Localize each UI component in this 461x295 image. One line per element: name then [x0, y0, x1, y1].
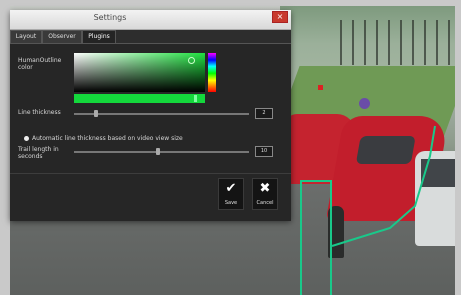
save-icon: ✔: [225, 181, 237, 196]
selected-color-swatch: [74, 94, 205, 103]
settings-dialog: Settings × Layout Observer Plugins Human…: [10, 10, 291, 221]
trail-length-label: Trail length in seconds: [18, 146, 59, 160]
line-thickness-slider[interactable]: [74, 113, 249, 115]
close-button[interactable]: ×: [272, 11, 288, 23]
trail-length-slider[interactable]: [74, 151, 249, 153]
color-label: HumanOutline color: [18, 57, 62, 71]
auto-thickness-label: Automatic line thickness based on video …: [32, 135, 183, 142]
color-picker[interactable]: [74, 53, 205, 92]
line-thickness-knob[interactable]: [94, 110, 98, 117]
cancel-icon: ✖: [259, 181, 271, 196]
save-button-label: Save: [224, 200, 238, 206]
color-picker-cursor[interactable]: [188, 57, 195, 64]
trail-length-knob[interactable]: [156, 148, 160, 155]
cancel-button-label: Cancel: [256, 200, 274, 206]
divider: [10, 173, 291, 174]
tab-plugins[interactable]: Plugins: [82, 30, 116, 43]
tab-observer[interactable]: Observer: [42, 30, 82, 43]
dialog-title: Settings: [93, 13, 127, 22]
line-thickness-input[interactable]: 2: [255, 108, 273, 119]
save-button[interactable]: ✔ Save: [218, 178, 244, 210]
trail-length-input[interactable]: 10: [255, 146, 273, 157]
tab-layout[interactable]: Layout: [10, 30, 42, 43]
cancel-button[interactable]: ✖ Cancel: [252, 178, 278, 210]
line-thickness-label: Line thickness: [18, 109, 61, 116]
dialog-titlebar[interactable]: Settings ×: [10, 10, 291, 30]
hue-slider[interactable]: [208, 53, 216, 92]
auto-thickness-checkbox[interactable]: [24, 136, 29, 141]
